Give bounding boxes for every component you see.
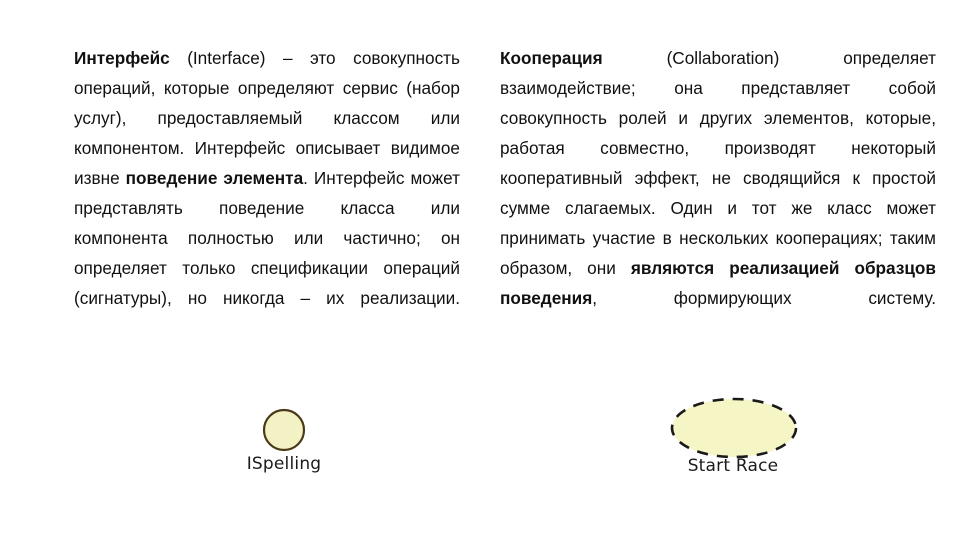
interface-body-part-2: . Интерфейс может представлять поведение… [74,168,461,308]
collaboration-body-part-2: , формирующих систему. [592,288,936,308]
interface-emphasis: поведение элемента [125,168,304,188]
interface-shape-wrap [180,386,388,510]
collaboration-body-part-1: определяет взаимодействие; она представл… [500,48,937,278]
interface-figure: ISpelling [180,386,388,510]
interface-term-english: (Interface) [187,48,266,68]
collaboration-paragraph: Кооперация (Collaboration) определяет вз… [500,43,936,343]
interface-body-part-1: – это совокупность операций, которые опр… [74,48,460,188]
interface-circle-shape [262,408,306,452]
collaboration-figure: Start Race [628,380,838,508]
interface-term: Интерфейс [74,48,170,68]
interface-circle-icon [262,408,306,452]
left-text-column: Интерфейс (Interface) – это совокупность… [74,43,460,343]
collaboration-term: Кооперация [500,48,603,68]
interface-paragraph: Интерфейс (Interface) – это совокупность… [74,43,460,343]
collaboration-term-spacer [603,48,667,68]
slide-canvas: Интерфейс (Interface) – это совокупность… [0,0,960,540]
interface-term-spacer [170,48,187,68]
right-text-column: Кооперация (Collaboration) определяет вз… [500,43,936,343]
collaboration-term-english: (Collaboration) [666,48,780,68]
collaboration-ellipse-shape [670,397,798,459]
collaboration-figure-caption: Start Race [687,456,779,476]
interface-figure-caption: ISpelling [246,454,322,474]
collaboration-ellipse-icon [670,397,798,459]
collaboration-shape-wrap [628,380,838,508]
